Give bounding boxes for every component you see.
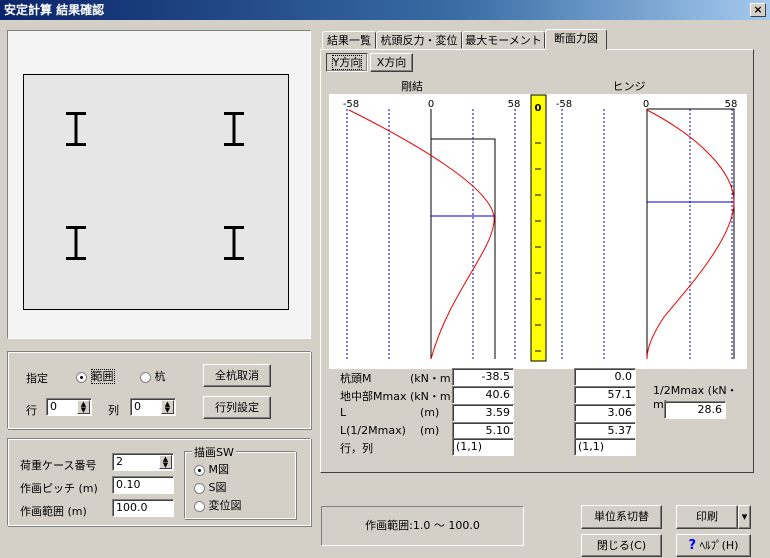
section-force-diagram: 剛結 ヒンジ -58 0 58 0 -58 0 58 <box>329 77 747 369</box>
pitch-label: 作画ピッチ (m) <box>20 482 98 495</box>
hinge-value: 0.0 <box>574 368 636 386</box>
hinge-title: ヒンジ <box>613 80 646 93</box>
result-label: 地中部Mmax <box>340 390 407 403</box>
radio-icon <box>76 371 87 383</box>
result-unit: (m) <box>420 406 440 419</box>
pitch-input[interactable]: 0.10 <box>112 476 174 494</box>
close-icon[interactable]: × <box>750 3 766 17</box>
displacement-radio[interactable]: 変位図 <box>194 497 242 513</box>
load-case-label: 荷重ケース番号 <box>20 459 97 472</box>
depth-scale-zero: 0 <box>535 103 542 114</box>
pile-radio-label: 杭 <box>154 370 166 383</box>
result-unit: (kN・m) <box>410 372 455 385</box>
tab-results-list[interactable]: 結果一覧 <box>322 31 376 49</box>
load-case-input[interactable]: 2 ▲ ▼ <box>112 453 174 471</box>
rigid-row-col: (1,1) <box>452 438 514 456</box>
pile-icon[interactable] <box>66 226 86 260</box>
tab-max-moment[interactable]: 最大モーメント <box>462 31 545 49</box>
tick-label: 58 <box>725 99 738 110</box>
radio-icon <box>194 482 205 494</box>
s-diagram-radio[interactable]: S図 <box>194 479 226 495</box>
result-label: 杭頭M <box>340 372 372 385</box>
range-label: 作画範囲 (m) <box>20 505 87 518</box>
m-diagram-radio[interactable]: M図 <box>194 461 229 477</box>
pile-grid <box>66 112 244 260</box>
y-direction-tab[interactable]: Y方向 <box>326 53 368 72</box>
unit-switch-button[interactable]: 単位系切替 <box>581 505 662 529</box>
tick-label: 58 <box>508 99 521 110</box>
radio-icon <box>140 371 151 383</box>
radio-icon <box>194 500 205 512</box>
result-label: L(1/2Mmax) <box>340 424 406 437</box>
tab-section-force[interactable]: 断面力図 <box>545 29 607 50</box>
range-input[interactable]: 100.0 <box>112 499 174 517</box>
tab-pile-reaction[interactable]: 杭頭反力・変位 <box>376 31 462 49</box>
result-unit: (kN・m) <box>410 390 455 403</box>
depth-scale <box>530 94 547 362</box>
tick-label: -58 <box>556 99 572 110</box>
print-button[interactable]: 印刷 <box>676 505 738 529</box>
draw-sw-label: 描画SW <box>192 444 236 460</box>
half-mmax-value: 28.6 <box>664 401 726 419</box>
rigid-title: 剛結 <box>401 79 423 93</box>
row-input[interactable]: 0 ▲ ▼ <box>46 398 92 416</box>
pile-icon[interactable] <box>224 112 244 146</box>
tick-label: 0 <box>428 99 434 110</box>
rigid-value: -38.5 <box>452 368 514 386</box>
col-label: 列 <box>108 404 119 417</box>
spin-arrows-icon[interactable]: ▲ ▼ <box>159 455 172 469</box>
result-unit: (m) <box>420 424 440 437</box>
hinge-value: 3.06 <box>574 404 636 422</box>
window-title: 安定計算 結果確認 <box>4 3 105 17</box>
range-radio[interactable]: 範囲 <box>76 368 115 384</box>
pile-icon[interactable] <box>66 112 86 146</box>
result-label: L <box>340 406 347 419</box>
range-radio-label: 範囲 <box>90 369 115 384</box>
result-label: 行，列 <box>340 442 373 455</box>
title-bar: 安定計算 結果確認 × <box>0 0 770 20</box>
pile-layout-area[interactable] <box>23 74 289 310</box>
hinge-row-col: (1,1) <box>574 438 636 456</box>
designation-label: 指定 <box>26 372 48 385</box>
hinge-value: 57.1 <box>574 386 636 404</box>
row-label: 行 <box>26 404 37 417</box>
set-rowcol-button[interactable]: 行列設定 <box>203 396 271 419</box>
pile-radio[interactable]: 杭 <box>140 368 166 384</box>
radio-icon <box>194 464 205 476</box>
print-menu-button[interactable]: ▾ <box>738 505 751 529</box>
draw-range-status: 作画範囲:1.0 ～ 100.0 <box>321 506 524 546</box>
help-label: ﾍﾙﾌﾟ(H) <box>699 539 739 552</box>
x-direction-tab[interactable]: X方向 <box>370 53 413 72</box>
pile-icon[interactable] <box>224 226 244 260</box>
spin-arrows-icon[interactable]: ▲ ▼ <box>77 400 90 414</box>
results-table: 杭頭M (kN・m) 地中部Mmax (kN・m) L (m) L(1/2Mma… <box>340 368 750 458</box>
tick-label: -58 <box>343 99 359 110</box>
col-input[interactable]: 0 ▲ ▼ <box>130 398 176 416</box>
help-icon: ? <box>688 538 697 553</box>
diagram-svg: 剛結 ヒンジ -58 0 58 0 -58 0 58 <box>329 79 747 369</box>
spin-arrows-icon[interactable]: ▲ ▼ <box>161 400 174 414</box>
rigid-value: 40.6 <box>452 386 514 404</box>
clear-all-piles-button[interactable]: 全杭取消 <box>203 364 271 387</box>
close-button[interactable]: 閉じる(C) <box>581 534 662 557</box>
tick-label: 0 <box>643 99 649 110</box>
rigid-value: 3.59 <box>452 404 514 422</box>
help-button[interactable]: ? ﾍﾙﾌﾟ(H) <box>676 534 751 557</box>
